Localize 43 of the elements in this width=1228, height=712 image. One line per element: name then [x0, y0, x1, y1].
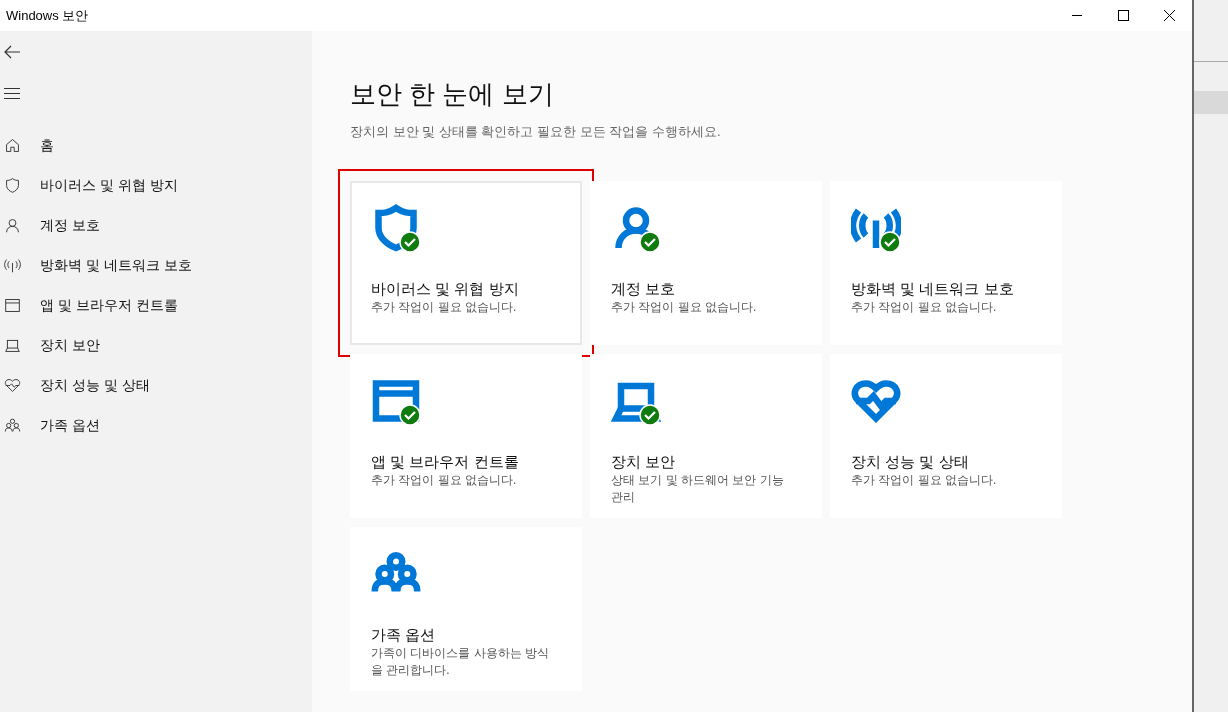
page-subtitle: 장치의 보안 및 상태를 확인하고 필요한 모든 작업을 수행하세요. — [350, 123, 722, 141]
sidebar-item[interactable]: 홈 — [0, 125, 312, 165]
window-title: Windows 보안 — [5, 6, 89, 25]
tile-title: 방화벽 및 네트워크 보호 — [851, 278, 1015, 299]
tile-title: 바이러스 및 위협 방지 — [371, 278, 520, 299]
sidebar-item[interactable]: 바이러스 및 위협 방지 — [0, 165, 312, 205]
status-tile[interactable]: 가족 옵션 가족이 디바이스를 사용하는 방식을 관리합니다. — [350, 526, 582, 691]
tile-description: 추가 작업이 필요 없습니다. — [611, 298, 758, 316]
status-tile[interactable]: 장치 보안 상태 보기 및 하드웨어 보안 기능 관리 — [590, 353, 822, 518]
status-tile[interactable]: 앱 및 브라우저 컨트롤 추가 작업이 필요 없습니다. — [350, 353, 582, 518]
status-tile[interactable]: 장치 성능 및 상태 추가 작업이 필요 없습니다. — [830, 353, 1062, 518]
tile-title: 장치 성능 및 상태 — [851, 451, 970, 472]
sidebar-item[interactable]: 방화벽 및 네트워크 보호 — [0, 245, 312, 285]
sidebar-item[interactable]: 앱 및 브라우저 컨트롤 — [0, 285, 312, 325]
sidebar-item[interactable]: 장치 보안 — [0, 325, 312, 365]
status-tile[interactable]: 계정 보호 추가 작업이 필요 없습니다. — [590, 180, 822, 345]
sidebar-item[interactable]: 가족 옵션 — [0, 405, 312, 445]
status-tile[interactable]: 방화벽 및 네트워크 보호 추가 작업이 필요 없습니다. — [830, 180, 1062, 345]
sidebar-item[interactable]: 계정 보호 — [0, 205, 312, 245]
close-icon — [1163, 10, 1175, 21]
minimize-icon — [1072, 15, 1082, 16]
tile-description: 추가 작업이 필요 없습니다. — [371, 298, 518, 316]
people-icon — [4, 416, 21, 434]
status-tile[interactable]: 바이러스 및 위협 방지 추가 작업이 필요 없습니다. — [350, 180, 582, 345]
tile-title: 앱 및 브라우저 컨트롤 — [371, 451, 520, 472]
sidebar-item[interactable]: 장치 성능 및 상태 — [0, 365, 312, 405]
heart-pulse-icon — [4, 376, 21, 394]
tile-description: 가족이 디바이스를 사용하는 방식을 관리합니다. — [371, 644, 550, 679]
tile-description: 추가 작업이 필요 없습니다. — [851, 298, 998, 316]
back-arrow-icon — [4, 45, 20, 59]
menu-icon — [4, 87, 20, 99]
window-icon — [4, 296, 21, 314]
shield-icon — [4, 176, 21, 194]
home-icon — [4, 136, 21, 154]
tile-title: 장치 보안 — [611, 451, 677, 472]
tile-title: 계정 보호 — [611, 278, 677, 299]
tile-description: 추가 작업이 필요 없습니다. — [851, 471, 998, 489]
tile-description: 추가 작업이 필요 없습니다. — [371, 471, 518, 489]
person-icon — [4, 216, 21, 234]
maximize-icon — [1117, 10, 1129, 21]
page-heading: 보안 한 눈에 보기 — [350, 78, 555, 110]
tile-description: 상태 보기 및 하드웨어 보안 기능 관리 — [611, 471, 785, 506]
tile-title: 가족 옵션 — [371, 624, 437, 645]
